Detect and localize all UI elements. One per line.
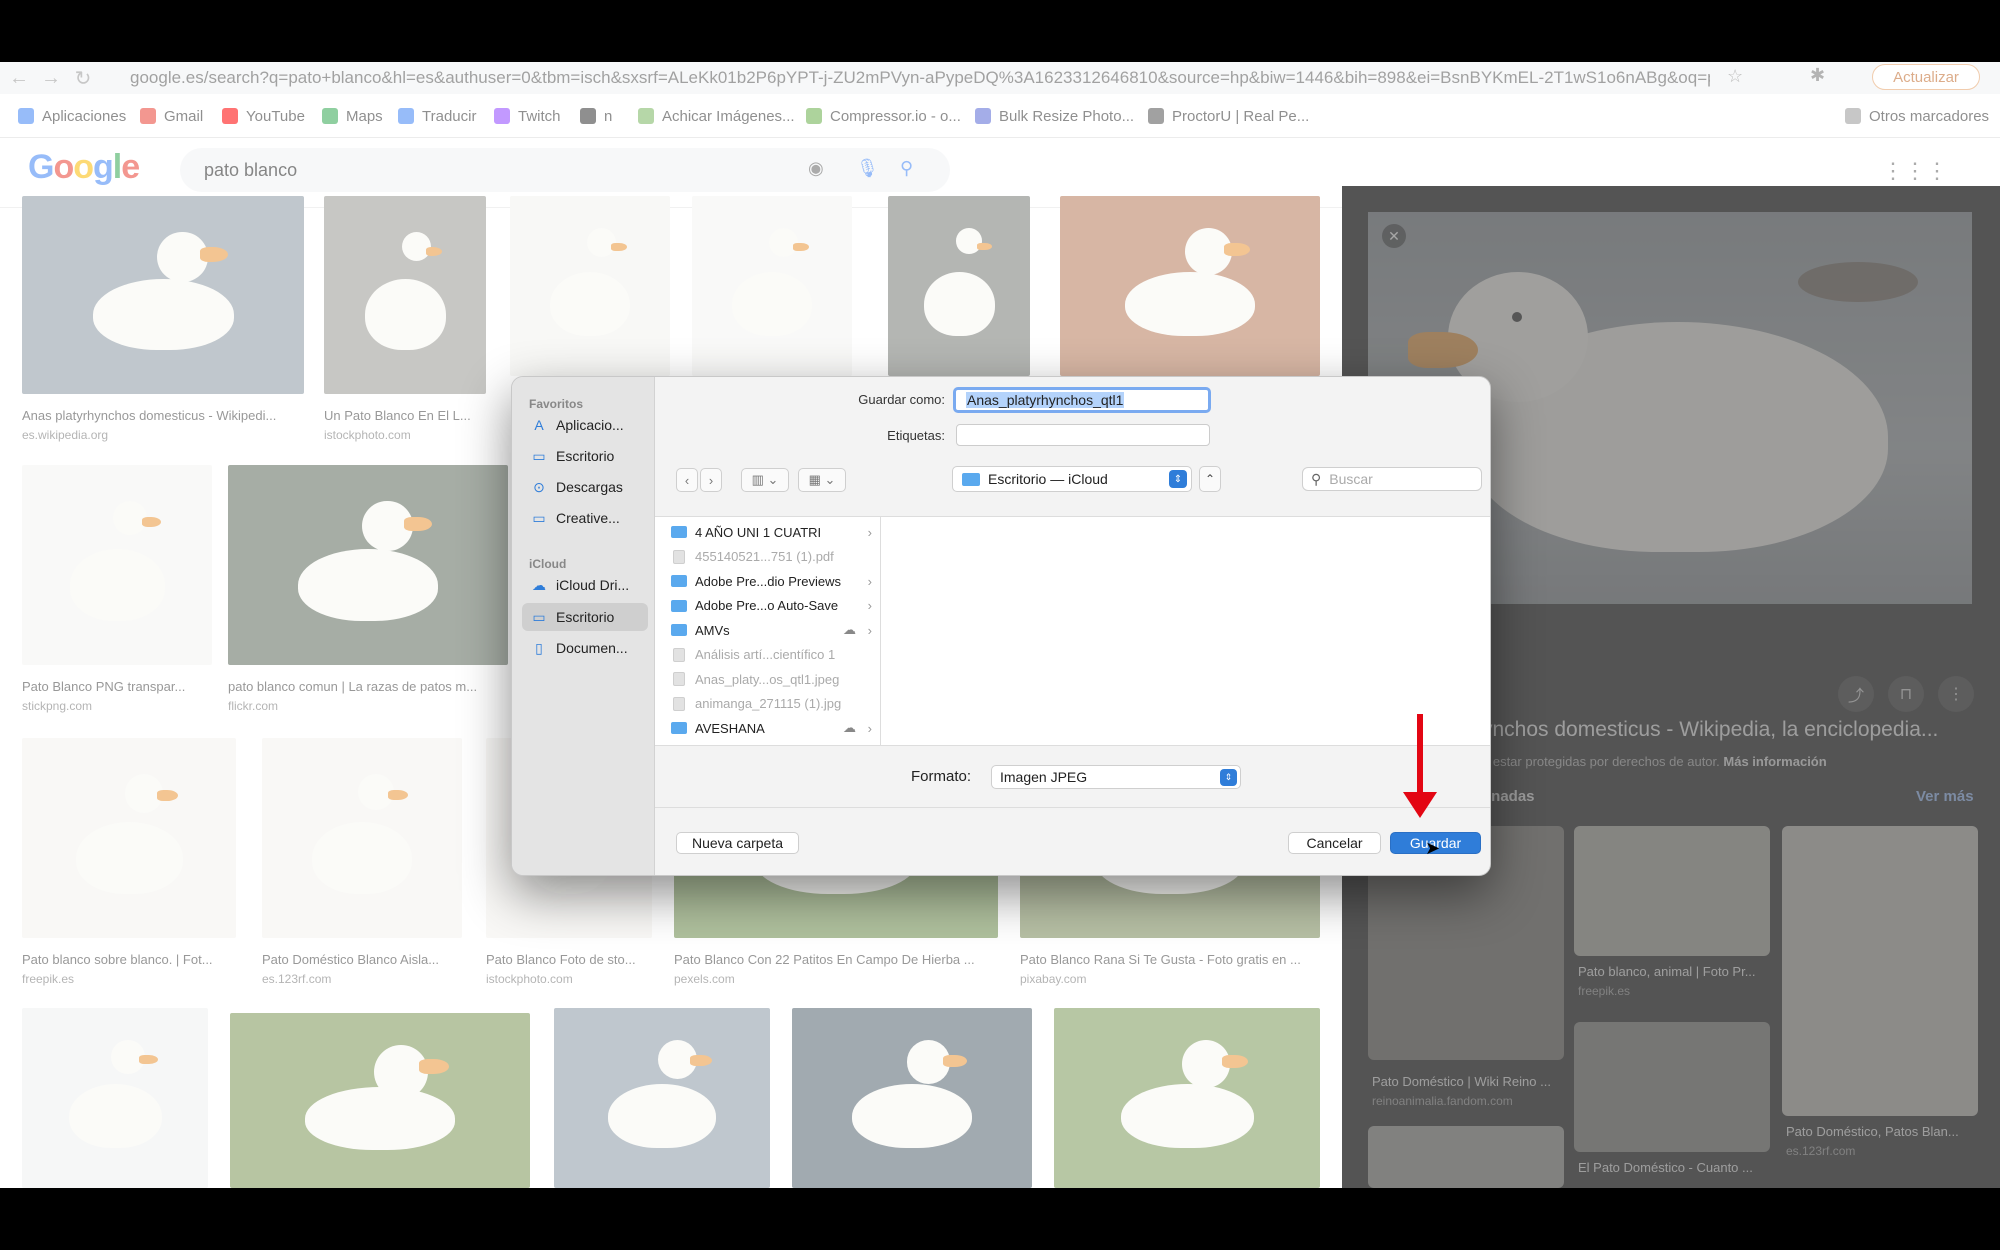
updown-arrows-icon: ⇕ [1169,470,1187,488]
sidebar-item-creative[interactable]: ▭ Creative... [522,504,648,532]
dialog-sidebar: Favoritos A Aplicacio... ▭ Escritorio ⊙ Des… [512,377,655,875]
sidebar-item-documentos[interactable]: ▯ Documen... [522,634,648,662]
sidebar-item-aplicaciones[interactable]: A Aplicacio... [522,411,648,439]
sidebar-item-descargas[interactable]: ⊙ Descargas [522,473,648,501]
folder-row[interactable]: 4 AÑO UNI 1 CUATRI › [671,521,876,543]
document-icon: ▯ [535,639,543,656]
file-row: Análisis artí...científico 1 [671,644,876,666]
cloud-icon: ☁ [532,576,546,593]
folder-icon [962,472,980,486]
grid-view-icon[interactable]: ▦ ⌄ [798,468,846,492]
desktop-icon: ▭ [532,447,546,464]
cancel-button[interactable]: Cancelar [1288,832,1381,854]
dialog-search-input[interactable]: ⚲ Buscar [1302,467,1482,491]
format-label: Formato: [911,768,972,785]
save-dialog: Favoritos A Aplicacio... ▭ Escritorio ⊙ Des… [511,376,1491,876]
column-view-icon[interactable]: ▥ ⌄ [741,468,789,492]
updown-arrows-icon: ⇕ [1220,769,1237,786]
chevron-right-icon: › [867,598,872,613]
file-row: animanga_271115 (1).jpg [671,693,876,715]
sidebar-item-icloud-escritorio[interactable]: ▭ Escritorio [522,603,648,631]
file-icon [673,672,685,686]
desktop-icon: ▭ [532,608,546,625]
save-as-label: Guardar como: [858,392,945,407]
file-icon [673,647,685,662]
apps-icon: A [534,417,544,433]
icloud-header: iCloud [529,557,567,571]
dialog-main: Guardar como: Anas_platyrhynchos_qtl1 Et… [655,377,1490,875]
file-icon [673,696,685,711]
cloud-download-icon: ☁ [843,622,856,637]
tags-field[interactable] [956,424,1210,446]
save-as-field[interactable]: Anas_platyrhynchos_qtl1 [953,387,1211,413]
folder-icon [671,575,687,587]
file-row: 455140521...751 (1).pdf [671,546,876,568]
chevron-right-icon: › [867,720,872,736]
favorites-header: Favoritos [529,397,584,411]
folder-icon [671,624,687,636]
location-select[interactable]: Escritorio — iCloud ⇕ [952,466,1192,492]
folder-icon: ▭ [532,509,546,526]
folder-icon [671,526,687,538]
cloud-download-icon: ☁ [843,720,856,735]
file-column: 4 AÑO UNI 1 CUATRI › 455140521...751 (1).p… [655,517,881,745]
divider [655,807,1490,808]
mouse-cursor-icon: ➤ [1425,838,1441,858]
file-browser: 4 AÑO UNI 1 CUATRI › 455140521...751 (1).p… [655,516,1490,746]
folder-row[interactable]: Adobe Pre...dio Previews › [671,570,876,592]
magnifier-icon: ⚲ [1311,470,1322,487]
folder-row[interactable]: Adobe Pre...o Auto-Save › [671,595,876,617]
new-folder-button[interactable]: Nueva carpeta [676,832,799,854]
tags-label: Etiquetas: [887,428,945,443]
folder-icon [671,599,687,612]
video-frame: ← → ↻ google.es/search?q=pato+blanco&hl=… [0,0,2000,1250]
file-icon [673,549,685,564]
forward-icon[interactable]: › [700,468,722,492]
downloads-icon: ⊙ [533,478,545,495]
chevron-right-icon: › [867,622,872,638]
chevron-right-icon: › [867,573,872,589]
format-select[interactable]: Imagen JPEG ⇕ [991,765,1241,789]
chevron-right-icon: › [867,524,872,540]
sidebar-item-icloud-drive[interactable]: ☁ iCloud Dri... [522,571,648,599]
folder-icon [671,722,687,734]
red-arrow-annotation [1403,714,1437,818]
folder-row[interactable]: AVESHANA ☁ › [671,717,876,739]
folder-row[interactable]: AMVs ☁ › [671,619,876,641]
sidebar-item-escritorio[interactable]: ▭ Escritorio [522,442,648,470]
collapse-chevron-icon[interactable]: ⌃ [1199,466,1221,492]
back-icon[interactable]: ‹ [676,468,698,492]
browser-window: ← → ↻ google.es/search?q=pato+blanco&hl=… [0,62,2000,1188]
file-row: Anas_platy...os_qtl1.jpeg [671,668,876,690]
